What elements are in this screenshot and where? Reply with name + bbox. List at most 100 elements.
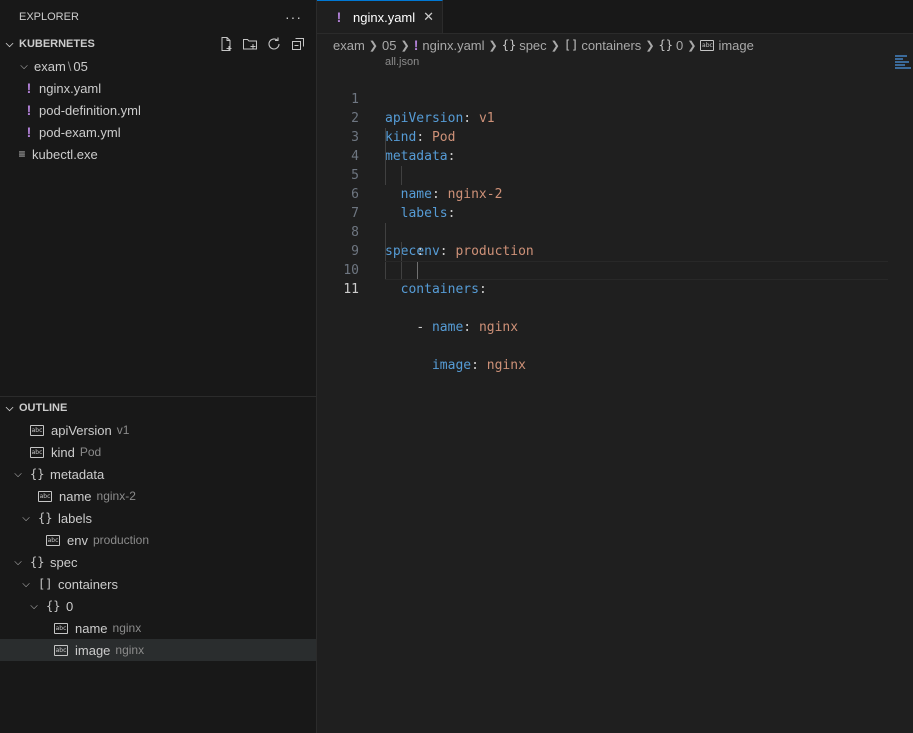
breadcrumb-item-spec[interactable]: {} spec [502, 38, 547, 53]
workspace-header[interactable]: ⌵ KUBERNETES [0, 33, 316, 55]
string-icon: abc [46, 534, 60, 546]
new-file-icon[interactable] [216, 35, 236, 53]
object-icon: {} [38, 511, 53, 525]
tab-nginx-yaml[interactable]: ! nginx.yaml ✕ [317, 0, 444, 33]
breadcrumb-item-file[interactable]: ! nginx.yaml [414, 37, 485, 53]
explorer-title: EXPLORER [19, 10, 79, 23]
outline-item-name[interactable]: abc name nginx-2 [0, 485, 316, 507]
outline-item-index-0[interactable]: ⌵ {} 0 [0, 595, 316, 617]
string-icon: abc [30, 424, 44, 436]
indent-guide [385, 147, 386, 166]
outline-item-apiversion[interactable]: abc apiVersion v1 [0, 419, 316, 441]
indent-guide [385, 242, 386, 261]
code-line: 2 kind: Pod [317, 90, 913, 145]
object-icon: {} [30, 467, 45, 481]
indent-guide [401, 166, 402, 185]
refresh-icon[interactable] [264, 35, 284, 53]
yaml-key: containers [400, 282, 479, 297]
chevron-down-icon: ⌵ [14, 556, 22, 568]
outline-item-desc: nginx-2 [96, 489, 136, 503]
line-number: 11 [343, 282, 359, 297]
outline-item-desc: v1 [116, 423, 130, 437]
chevron-right-icon: ❯ [687, 39, 697, 52]
outline-item-kind[interactable]: abc kind Pod [0, 441, 316, 463]
file-item-kubectl[interactable]: ≡ kubectl.exe [0, 143, 316, 165]
yaml-file-icon: ! [26, 124, 32, 140]
chevron-down-icon: ⌵ [20, 60, 28, 72]
yaml-value: nginx [486, 358, 526, 373]
breadcrumb-item-exam[interactable]: exam [333, 38, 365, 53]
string-icon: abc [30, 446, 44, 458]
outline-item-label: apiVersion [51, 422, 112, 438]
new-folder-icon[interactable] [240, 35, 260, 53]
outline-item-spec[interactable]: ⌵ {} spec [0, 551, 316, 573]
schema-codelens[interactable]: all.json [385, 56, 419, 68]
yaml-file-icon: ! [26, 80, 32, 96]
chevron-right-icon: ❯ [400, 39, 410, 52]
chevron-down-icon: ⌵ [5, 402, 14, 414]
outline-item-image[interactable]: abc image nginx [0, 639, 316, 661]
breadcrumb-label: nginx.yaml [422, 37, 485, 53]
breadcrumb-item-containers[interactable]: [] containers [564, 38, 641, 53]
indent-guide [385, 166, 386, 185]
colon: : [463, 320, 472, 335]
file-label: nginx.yaml [39, 80, 102, 96]
tab-bar: ! nginx.yaml ✕ [317, 0, 913, 34]
close-icon[interactable]: ✕ [423, 9, 434, 25]
sidebar: EXPLORER ··· ⌵ KUBERNETES ⌵ exam \ 05 ! … [0, 0, 317, 733]
code-line: 7 [317, 185, 913, 221]
object-icon: {} [501, 38, 517, 52]
outline-item-metadata[interactable]: ⌵ {} metadata [0, 463, 316, 485]
more-actions-icon[interactable]: ··· [285, 9, 302, 25]
outline-item-label: kind [51, 444, 75, 460]
file-label: pod-exam.yml [39, 124, 121, 140]
outline-item-label: name [59, 488, 92, 504]
breadcrumb-label: image [718, 37, 754, 53]
file-item-pod-exam[interactable]: ! pod-exam.yml [0, 121, 316, 143]
outline-item-labels[interactable]: ⌵ {} labels [0, 507, 316, 529]
outline-item-label: 0 [66, 598, 74, 614]
outline-item-desc: production [92, 533, 150, 547]
chevron-right-icon: ❯ [550, 39, 560, 52]
chevron-right-icon: ❯ [488, 39, 498, 52]
breadcrumb: exam ❯ 05 ❯ ! nginx.yaml ❯ {} spec ❯ [] … [317, 34, 913, 56]
outline-item-label: env [67, 532, 88, 548]
code-line: 5 labels: [317, 147, 913, 221]
indent-guide [401, 242, 402, 261]
code-line-current: 11 image: nginx [317, 261, 913, 373]
breadcrumb-item-0[interactable]: {} 0 [659, 38, 684, 53]
breadcrumb-label: 0 [675, 37, 684, 53]
folder-exam-05[interactable]: ⌵ exam \ 05 [0, 55, 316, 77]
indent-guide [385, 223, 386, 242]
file-label: pod-definition.yml [39, 102, 141, 118]
yaml-file-icon: ! [336, 9, 342, 25]
chevron-down-icon: ⌵ [14, 468, 22, 480]
code-line: 1 apiVersion: v1 [317, 71, 913, 126]
outline-item-container-name[interactable]: abc name nginx [0, 617, 316, 639]
code-line: 3 metadata: [317, 109, 913, 164]
breadcrumb-label: exam [333, 37, 365, 53]
file-item-pod-definition[interactable]: ! pod-definition.yml [0, 99, 316, 121]
list-dash: - [416, 320, 432, 335]
collapse-all-icon[interactable] [288, 35, 308, 53]
outline-item-label: spec [50, 554, 78, 570]
chevron-down-icon: ⌵ [22, 578, 30, 590]
outline-item-containers[interactable]: ⌵ [] containers [0, 573, 316, 595]
explorer-header: EXPLORER ··· [0, 0, 316, 33]
chevron-down-icon: ⌵ [30, 600, 38, 612]
file-item-nginx-yaml[interactable]: ! nginx.yaml [0, 77, 316, 99]
code-line: 4 name: nginx-2 [317, 128, 913, 202]
outline-item-label: containers [58, 576, 118, 592]
subfolder-label: 05 [73, 58, 88, 74]
code-editor[interactable]: 1 apiVersion: v1 2 kind: Pod 3 metadata:… [317, 71, 913, 373]
indent-guide [401, 261, 402, 280]
indent-guide [385, 261, 386, 280]
outline-item-label: labels [58, 510, 92, 526]
code-line: 8 spec: [317, 204, 913, 259]
breadcrumb-item-05[interactable]: 05 [382, 38, 396, 53]
outline-item-env[interactable]: abc env production [0, 529, 316, 551]
outline-item-label: metadata [50, 466, 105, 482]
colon: : [471, 358, 479, 373]
outline-header[interactable]: ⌵ OUTLINE [0, 397, 316, 419]
breadcrumb-item-image[interactable]: abc image [700, 37, 754, 53]
